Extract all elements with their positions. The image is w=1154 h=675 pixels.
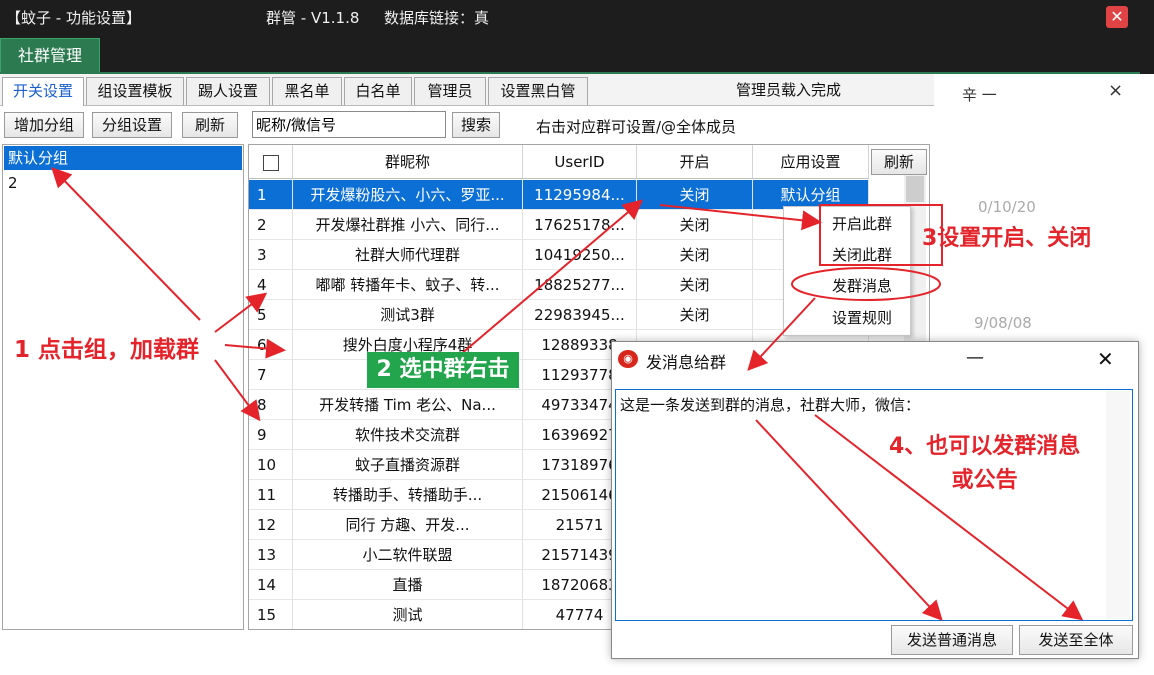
context-menu: 开启此群 关闭此群 发群消息 设置规则 — [783, 206, 911, 336]
cell-index[interactable]: 7 — [249, 360, 293, 390]
cell-enabled[interactable]: 关闭 — [637, 180, 753, 210]
cell-index[interactable]: 4 — [249, 270, 293, 300]
tab-whitelist[interactable]: 白名单 — [344, 77, 412, 105]
cell-group-name[interactable]: 开发转播 Tim 老公、Na... — [293, 390, 523, 420]
cell-index[interactable]: 15 — [249, 600, 293, 629]
app-version: 群管 - V1.1.8 — [266, 9, 360, 27]
annotation-step-2: 2 选中群右击 — [367, 352, 519, 388]
right-pane-close-icon[interactable]: × — [1108, 80, 1123, 101]
column-header-name[interactable]: 群昵称 — [293, 145, 523, 179]
column-header-userid[interactable]: UserID — [523, 145, 637, 179]
cell-index[interactable]: 9 — [249, 420, 293, 450]
tab-admins[interactable]: 管理员 — [414, 77, 486, 105]
menu-item-disable-group[interactable]: 关闭此群 — [784, 240, 910, 270]
cell-group-name[interactable]: 直播 — [293, 570, 523, 600]
table-refresh-button[interactable]: 刷新 — [871, 149, 927, 175]
right-pane-date-1: 0/10/20 — [978, 198, 1036, 216]
annotation-step-4-line-1: 4、也可以发群消息 — [889, 434, 1081, 459]
status-text: 管理员载入完成 — [736, 81, 842, 99]
db-status: 数据库链接：真 — [384, 9, 490, 27]
column-header-apply[interactable]: 应用设置 — [753, 145, 869, 179]
refresh-groups-button[interactable]: 刷新 — [182, 112, 238, 138]
cell-group-name[interactable]: 软件技术交流群 — [293, 420, 523, 450]
cell-group-name[interactable]: 同行 方趣、开发... — [293, 510, 523, 540]
close-icon[interactable]: ✕ — [1106, 6, 1128, 28]
cell-user-id[interactable]: 10419250... — [523, 240, 637, 270]
cell-group-name[interactable]: 测试3群 — [293, 300, 523, 330]
tab-community-management[interactable]: 社群管理 — [0, 38, 100, 74]
menu-item-set-rules[interactable]: 设置规则 — [784, 303, 910, 333]
send-all-button[interactable]: 发送至全体 — [1019, 625, 1133, 655]
cell-user-id[interactable]: 17625178... — [523, 210, 637, 240]
cell-index[interactable]: 12 — [249, 510, 293, 540]
annotation-step-1: 1 点击组，加载群 — [14, 337, 200, 363]
cell-index[interactable]: 2 — [249, 210, 293, 240]
right-pane — [934, 74, 1154, 334]
group-item-2[interactable]: 2 — [4, 171, 242, 195]
tab-blacklist[interactable]: 黑名单 — [272, 77, 342, 105]
menu-item-enable-group[interactable]: 开启此群 — [784, 209, 910, 239]
annotation-step-4: 4、也可以发群消息 或公告 — [889, 430, 1080, 498]
cell-enabled[interactable]: 关闭 — [637, 210, 753, 240]
cell-index[interactable]: 8 — [249, 390, 293, 420]
cell-group-name[interactable]: 测试 — [293, 600, 523, 629]
send-normal-button[interactable]: 发送普通消息 — [891, 625, 1013, 655]
cell-enabled[interactable]: 关闭 — [637, 300, 753, 330]
cell-index[interactable]: 13 — [249, 540, 293, 570]
tab-group-template[interactable]: 组设置模板 — [86, 77, 184, 105]
title-bar: 【蚊子 - 功能设置】 群管 - V1.1.8 数据库链接：真 ✕ — [0, 0, 1154, 34]
cell-group-name[interactable]: 小二软件联盟 — [293, 540, 523, 570]
cell-index[interactable]: 14 — [249, 570, 293, 600]
dialog-title: 发消息给群 — [646, 353, 727, 372]
cell-group-name[interactable]: 蚊子直播资源群 — [293, 450, 523, 480]
annotation-step-4-line-2: 或公告 — [951, 468, 1018, 493]
search-button[interactable]: 搜索 — [452, 112, 500, 138]
tab-switch-settings[interactable]: 开关设置 — [2, 77, 84, 106]
table-scroll-thumb[interactable] — [906, 176, 924, 202]
select-all-column — [249, 145, 293, 179]
message-textarea[interactable] — [615, 389, 1133, 621]
cell-user-id[interactable]: 18825277... — [523, 270, 637, 300]
cell-user-id[interactable]: 11295984... — [523, 180, 637, 210]
cell-group-name[interactable]: 开发爆粉股六、小六、罗亚... — [293, 180, 523, 210]
cell-enabled[interactable]: 关闭 — [637, 270, 753, 300]
add-group-button[interactable]: 增加分组 — [4, 112, 84, 138]
cell-group-name[interactable]: 转播助手、转播助手... — [293, 480, 523, 510]
cell-enabled[interactable]: 关闭 — [637, 240, 753, 270]
group-list[interactable]: 默认分组 2 — [2, 144, 244, 630]
window-title: 【蚊子 - 功能设置】 — [6, 9, 141, 27]
cell-index[interactable]: 6 — [249, 330, 293, 360]
top-tab-strip: 社群管理 — [0, 34, 1154, 74]
cell-index[interactable]: 1 — [249, 180, 293, 210]
select-all-checkbox[interactable] — [262, 154, 279, 171]
minimize-icon[interactable]: — — [966, 347, 984, 368]
group-item-default[interactable]: 默认分组 — [4, 146, 242, 170]
cell-user-id[interactable]: 22983945... — [523, 300, 637, 330]
hint-text: 右击对应群可设置/@全体成员 — [536, 118, 737, 136]
tab-black-white-admin[interactable]: 设置黑白管 — [488, 77, 588, 105]
group-settings-button[interactable]: 分组设置 — [92, 112, 172, 138]
annotation-step-3: 3设置开启、关闭 — [922, 226, 1092, 251]
menu-item-send-message[interactable]: 发群消息 — [784, 271, 910, 301]
cell-index[interactable]: 10 — [249, 450, 293, 480]
right-pane-title: 辛 一 — [962, 86, 997, 104]
cell-group-name[interactable]: 社群大师代理群 — [293, 240, 523, 270]
cell-index[interactable]: 3 — [249, 240, 293, 270]
cell-group-name[interactable]: 嘟嘟 转播年卡、蚊子、转... — [293, 270, 523, 300]
right-pane-date-2: 9/08/08 — [974, 314, 1032, 332]
tab-kick-settings[interactable]: 踢人设置 — [186, 77, 270, 105]
cell-index[interactable]: 11 — [249, 480, 293, 510]
message-scrollbar[interactable] — [1106, 391, 1130, 619]
app-logo-icon: ◉ — [618, 350, 638, 368]
column-header-enabled[interactable]: 开启 — [637, 145, 753, 179]
cell-group-name[interactable]: 开发爆社群推 小六、同行... — [293, 210, 523, 240]
search-input[interactable] — [252, 111, 446, 138]
cell-index[interactable]: 5 — [249, 300, 293, 330]
dialog-close-icon[interactable]: ✕ — [1097, 347, 1114, 371]
